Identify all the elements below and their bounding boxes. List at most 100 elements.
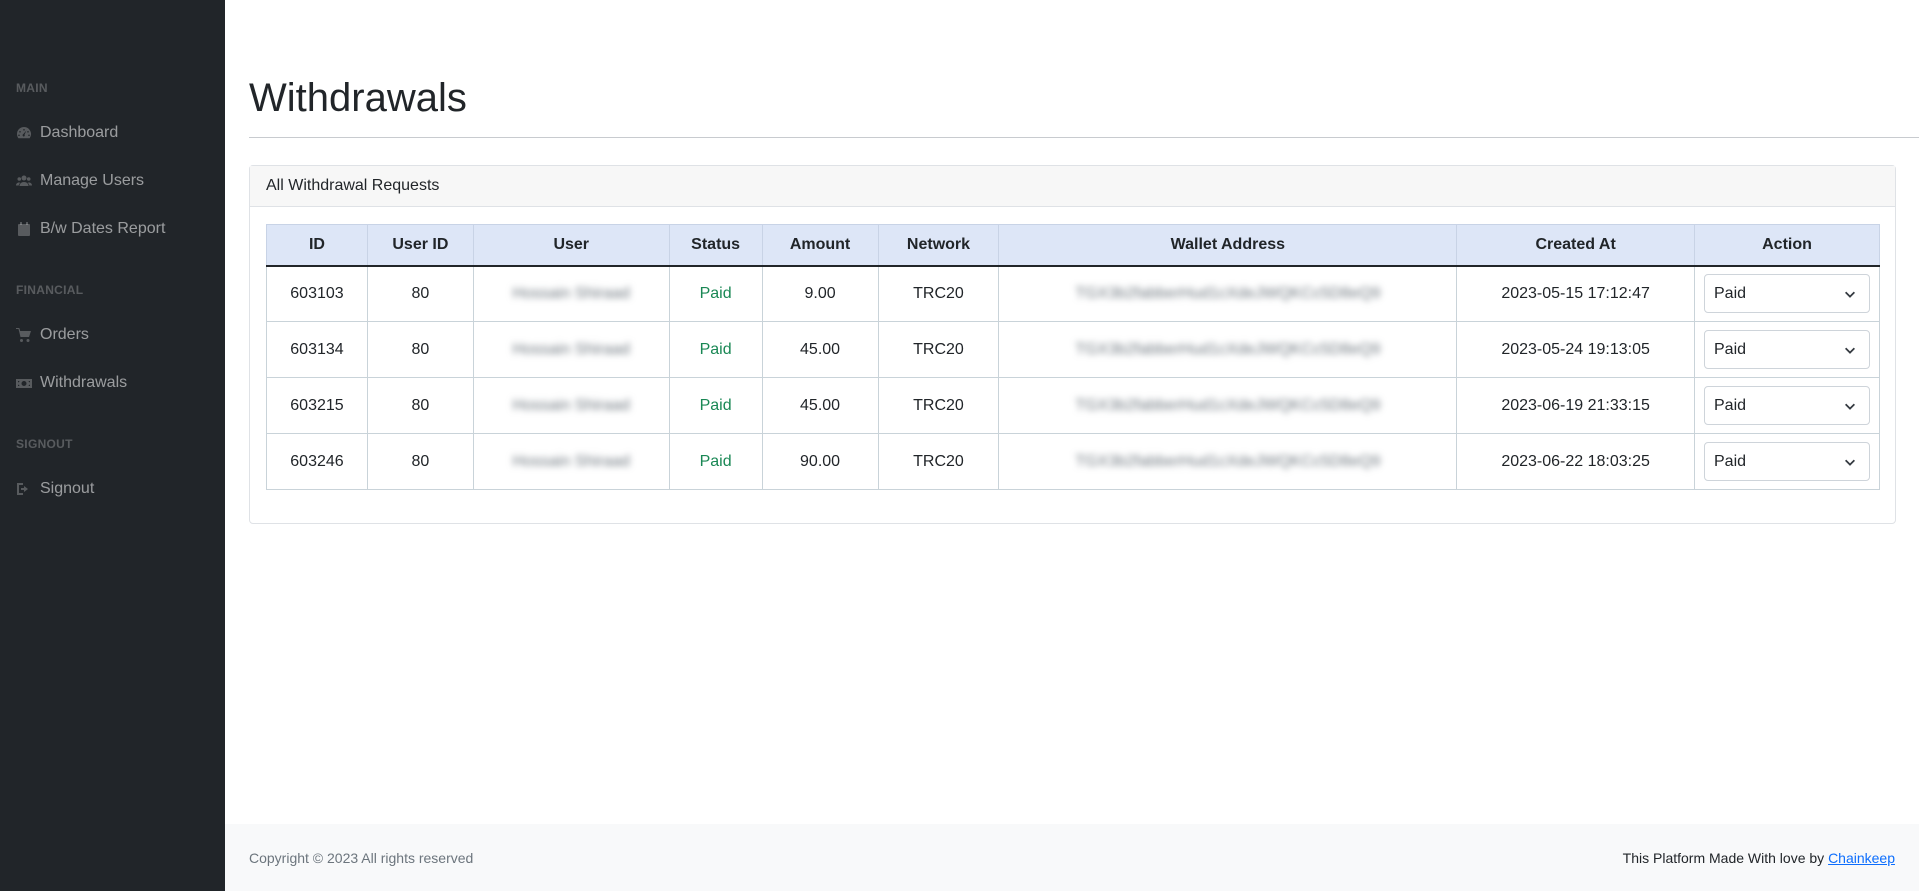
footer-made-with: This Platform Made With love by xyxy=(1622,849,1829,866)
footer-chainkeep-link[interactable]: Chainkeep xyxy=(1828,850,1895,866)
sidebar-item-orders[interactable]: Orders xyxy=(16,322,89,348)
sidebar-item-label: Orders xyxy=(40,326,89,343)
status-select[interactable]: Paid xyxy=(1704,330,1870,369)
status-select-value: Paid xyxy=(1714,396,1747,414)
status-select[interactable]: Paid xyxy=(1704,442,1870,481)
chevron-down-icon xyxy=(1845,403,1855,410)
page-title: Withdrawals xyxy=(249,76,467,120)
cell-wallet-address: TGX3b2fabberHud1cXdeJWQKCc5D8eQ9 xyxy=(998,433,1458,490)
blurred-wallet-address: TGX3b2fabberHud1cXdeJWQKCc5D8eQ9 xyxy=(1075,396,1381,414)
sidebar-item-dashboard[interactable]: Dashboard xyxy=(16,120,118,146)
title-divider xyxy=(249,137,1919,138)
status-select-value: Paid xyxy=(1714,284,1747,302)
cell-created-at: 2023-05-24 19:13:05 xyxy=(1456,321,1695,378)
footer-credit: This Platform Made With love by Chainkee… xyxy=(1623,850,1895,866)
chevron-down-icon xyxy=(1845,347,1855,354)
cell-user: Hossain Shiraad xyxy=(472,321,670,378)
sidebar-item-label: Manage Users xyxy=(40,172,145,189)
blurred-user-name: Hossain Shiraad xyxy=(512,340,630,358)
column-header-wallet-address[interactable]: Wallet Address xyxy=(998,224,1458,267)
cell-wallet-address: TGX3b2fabberHud1cXdeJWQKCc5D8eQ9 xyxy=(998,321,1458,378)
blurred-user-name: Hossain Shiraad xyxy=(512,284,630,302)
table-row: 603246 80 Hossain Shiraad Paid 90.00 TRC… xyxy=(266,433,1880,490)
sidebar-heading-main: MAIN xyxy=(16,81,48,95)
cell-network: TRC20 xyxy=(877,377,1000,434)
chevron-down-icon xyxy=(1845,291,1855,298)
withdrawals-table: ID User ID User Status Amount Network Wa… xyxy=(266,224,1880,490)
chevron-down-icon xyxy=(1845,459,1855,466)
cell-action: Paid xyxy=(1694,321,1880,378)
sidebar-item-label: Dashboard xyxy=(40,124,119,141)
cell-amount: 9.00 xyxy=(761,265,879,322)
cell-user-id: 80 xyxy=(366,377,474,434)
cell-network: TRC20 xyxy=(877,433,1000,490)
cell-action: Paid xyxy=(1694,265,1880,322)
footer: Copyright © 2023 All rights reserved Thi… xyxy=(225,824,1919,891)
cell-status: Paid xyxy=(668,321,763,378)
tachometer-icon xyxy=(17,127,31,139)
money-icon xyxy=(16,379,32,388)
cell-created-at: 2023-05-15 17:12:47 xyxy=(1456,265,1695,322)
status-select[interactable]: Paid xyxy=(1704,386,1870,425)
cell-wallet-address: TGX3b2fabberHud1cXdeJWQKCc5D8eQ9 xyxy=(998,265,1458,322)
cell-user: Hossain Shiraad xyxy=(472,377,670,434)
status-select-value: Paid xyxy=(1714,340,1747,358)
column-header-network[interactable]: Network xyxy=(877,224,1000,267)
column-header-action: Action xyxy=(1694,224,1880,267)
cell-user-id: 80 xyxy=(366,265,474,322)
cell-user-id: 80 xyxy=(366,433,474,490)
cell-action: Paid xyxy=(1694,377,1880,434)
cell-id: 603134 xyxy=(266,321,368,378)
cell-amount: 45.00 xyxy=(761,321,879,378)
cell-amount: 45.00 xyxy=(761,377,879,434)
sidebar-item-withdrawals[interactable]: Withdrawals xyxy=(16,370,127,396)
cell-status: Paid xyxy=(668,433,763,490)
sidebar: MAIN Dashboard Manage Users B/w Dates Re… xyxy=(0,0,225,891)
column-header-amount[interactable]: Amount xyxy=(761,224,879,267)
column-header-user-id[interactable]: User ID xyxy=(366,224,474,267)
users-icon xyxy=(16,175,32,186)
table-row: 603134 80 Hossain Shiraad Paid 45.00 TRC… xyxy=(266,321,1880,378)
table-row: 603103 80 Hossain Shiraad Paid 9.00 TRC2… xyxy=(266,265,1880,322)
cell-status: Paid xyxy=(668,377,763,434)
main-content: Withdrawals All Withdrawal Requests ID U… xyxy=(225,0,1919,891)
sidebar-item-label: Withdrawals xyxy=(40,374,128,391)
footer-copyright: Copyright © 2023 All rights reserved xyxy=(249,849,474,866)
cell-id: 603103 xyxy=(266,265,368,322)
cell-network: TRC20 xyxy=(877,321,1000,378)
column-header-created-at[interactable]: Created At xyxy=(1456,224,1695,267)
cell-network: TRC20 xyxy=(877,265,1000,322)
status-select-value: Paid xyxy=(1714,452,1747,470)
cell-amount: 90.00 xyxy=(761,433,879,490)
sidebar-item-bw-dates-report[interactable]: B/w Dates Report xyxy=(16,216,165,242)
cell-created-at: 2023-06-19 21:33:15 xyxy=(1456,377,1695,434)
cell-id: 603215 xyxy=(266,377,368,434)
card-header: All Withdrawal Requests xyxy=(250,166,1895,207)
column-header-status[interactable]: Status xyxy=(668,224,763,267)
table-wrapper: ID User ID User Status Amount Network Wa… xyxy=(266,224,1880,490)
blurred-wallet-address: TGX3b2fabberHud1cXdeJWQKCc5D8eQ9 xyxy=(1075,284,1381,302)
blurred-user-name: Hossain Shiraad xyxy=(512,452,630,470)
column-header-user[interactable]: User xyxy=(472,224,670,267)
calendar-icon xyxy=(18,222,30,236)
sidebar-item-label: Signout xyxy=(40,480,95,497)
cell-created-at: 2023-06-22 18:03:25 xyxy=(1456,433,1695,490)
cell-wallet-address: TGX3b2fabberHud1cXdeJWQKCc5D8eQ9 xyxy=(998,377,1458,434)
cart-icon xyxy=(16,328,31,342)
sidebar-item-label: B/w Dates Report xyxy=(40,220,166,237)
sidebar-item-manage-users[interactable]: Manage Users xyxy=(16,168,144,194)
sidebar-item-signout[interactable]: Signout xyxy=(16,476,94,502)
cell-id: 603246 xyxy=(266,433,368,490)
withdrawals-card: All Withdrawal Requests ID User ID User … xyxy=(249,165,1896,524)
blurred-user-name: Hossain Shiraad xyxy=(512,396,630,414)
table-row: 603215 80 Hossain Shiraad Paid 45.00 TRC… xyxy=(266,377,1880,434)
sidebar-heading-signout: SIGNOUT xyxy=(16,437,73,451)
cell-user-id: 80 xyxy=(366,321,474,378)
blurred-wallet-address: TGX3b2fabberHud1cXdeJWQKCc5D8eQ9 xyxy=(1075,340,1381,358)
status-select[interactable]: Paid xyxy=(1704,274,1870,314)
cell-status: Paid xyxy=(668,265,763,322)
blurred-wallet-address: TGX3b2fabberHud1cXdeJWQKCc5D8eQ9 xyxy=(1075,452,1381,470)
cell-user: Hossain Shiraad xyxy=(472,433,670,490)
sign-out-icon xyxy=(17,483,28,495)
column-header-id[interactable]: ID xyxy=(266,224,368,267)
